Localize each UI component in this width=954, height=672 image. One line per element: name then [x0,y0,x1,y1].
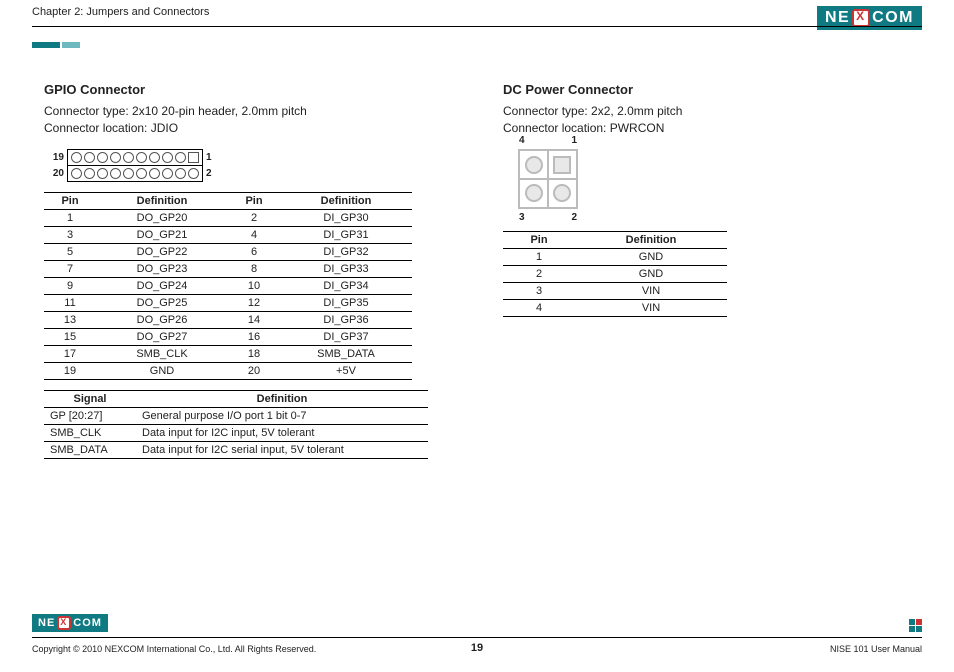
pwr-diag-lbl-3: 3 [519,212,525,223]
gpio-section: GPIO Connector Connector type: 2x10 20-p… [44,82,463,469]
gpio-diag-lbl-2: 2 [203,168,220,179]
table-row: 4VIN [503,299,727,316]
th-pin: Pin [44,192,96,209]
table-row: 2GND [503,265,727,282]
th-def2: Definition [280,192,412,209]
manual-id: NISE 101 User Manual [830,644,922,654]
th-sig-def: Definition [136,390,428,407]
table-row: SMB_CLKData input for I2C input, 5V tole… [44,424,428,441]
pwr-pin-1 [553,156,571,174]
th-pin2: Pin [228,192,280,209]
page-number: 19 [0,642,954,654]
pwr-pin-2 [553,184,571,202]
pwr-diag-lbl-1: 1 [571,135,577,146]
pwr-loc: Connector location: PWRCON [503,120,922,137]
th-def: Definition [96,192,228,209]
table-row: 9DO_GP2410DI_GP34 [44,277,412,294]
gpio-row-bot [67,166,203,182]
chapter-label: Chapter 2: Jumpers and Connectors [32,6,209,18]
pwr-pin-table: Pin Definition 1GND 2GND 3VIN 4VIN [503,231,727,317]
table-row: 3VIN [503,282,727,299]
pwr-pin-3 [525,184,543,202]
logo-x-icon-small [57,616,71,630]
pwr-type: Connector type: 2x2, 2.0mm pitch [503,103,922,120]
pwr-diag-lbl-2: 2 [571,212,577,223]
gpio-pin-table: Pin Definition Pin Definition 1DO_GP202D… [44,192,412,380]
pwr-section: DC Power Connector Connector type: 2x2, … [503,82,922,469]
logo-text-1: NE [825,9,850,27]
page: Chapter 2: Jumpers and Connectors NE COM… [0,0,954,672]
table-row: 1DO_GP202DI_GP30 [44,209,412,226]
table-row: 5DO_GP226DI_GP32 [44,243,412,260]
table-row: 1GND [503,248,727,265]
content: GPIO Connector Connector type: 2x10 20-p… [44,82,922,469]
header-accent [32,42,80,48]
th-pwr-def: Definition [575,231,727,248]
table-row: GP [20:27]General purpose I/O port 1 bit… [44,407,428,424]
gpio-loc: Connector location: JDIO [44,120,463,137]
logo-bottom: NE COM [32,613,108,632]
gpio-header-diagram: 19 1 20 2 [44,149,463,182]
pwr-title: DC Power Connector [503,82,922,97]
table-row: 15DO_GP2716DI_GP37 [44,328,412,345]
gpio-diag-lbl-19: 19 [44,152,67,163]
pwr-diag-lbl-4: 4 [519,135,525,146]
table-row: 11DO_GP2512DI_GP35 [44,294,412,311]
table-row: 19GND20+5V [44,362,412,379]
gpio-type: Connector type: 2x10 20-pin header, 2.0m… [44,103,463,120]
pwrcon-diagram: 4 1 3 2 [513,149,583,209]
th-pwr-pin: Pin [503,231,575,248]
gpio-diag-lbl-1: 1 [203,152,220,163]
table-row: SMB_DATAData input for I2C serial input,… [44,441,428,458]
gpio-row-top [67,149,203,166]
logo-x-icon [852,9,870,27]
pwr-pin-4 [525,156,543,174]
table-row: 7DO_GP238DI_GP33 [44,260,412,277]
gpio-signal-table: Signal Definition GP [20:27]General purp… [44,390,428,459]
gpio-desc: Connector type: 2x10 20-pin header, 2.0m… [44,103,463,137]
gpio-title: GPIO Connector [44,82,463,97]
pwr-desc: Connector type: 2x2, 2.0mm pitch Connect… [503,103,922,137]
footer-mark-icon [909,619,922,632]
logo-text-2: COM [872,9,914,27]
th-signal: Signal [44,390,136,407]
table-row: 17SMB_CLK18SMB_DATA [44,345,412,362]
footer-rule [32,637,922,638]
nexcom-logo-small: NE COM [32,614,108,632]
table-row: 3DO_GP214DI_GP31 [44,226,412,243]
header-rule [32,26,922,27]
gpio-diag-lbl-20: 20 [44,168,67,179]
table-row: 13DO_GP2614DI_GP36 [44,311,412,328]
